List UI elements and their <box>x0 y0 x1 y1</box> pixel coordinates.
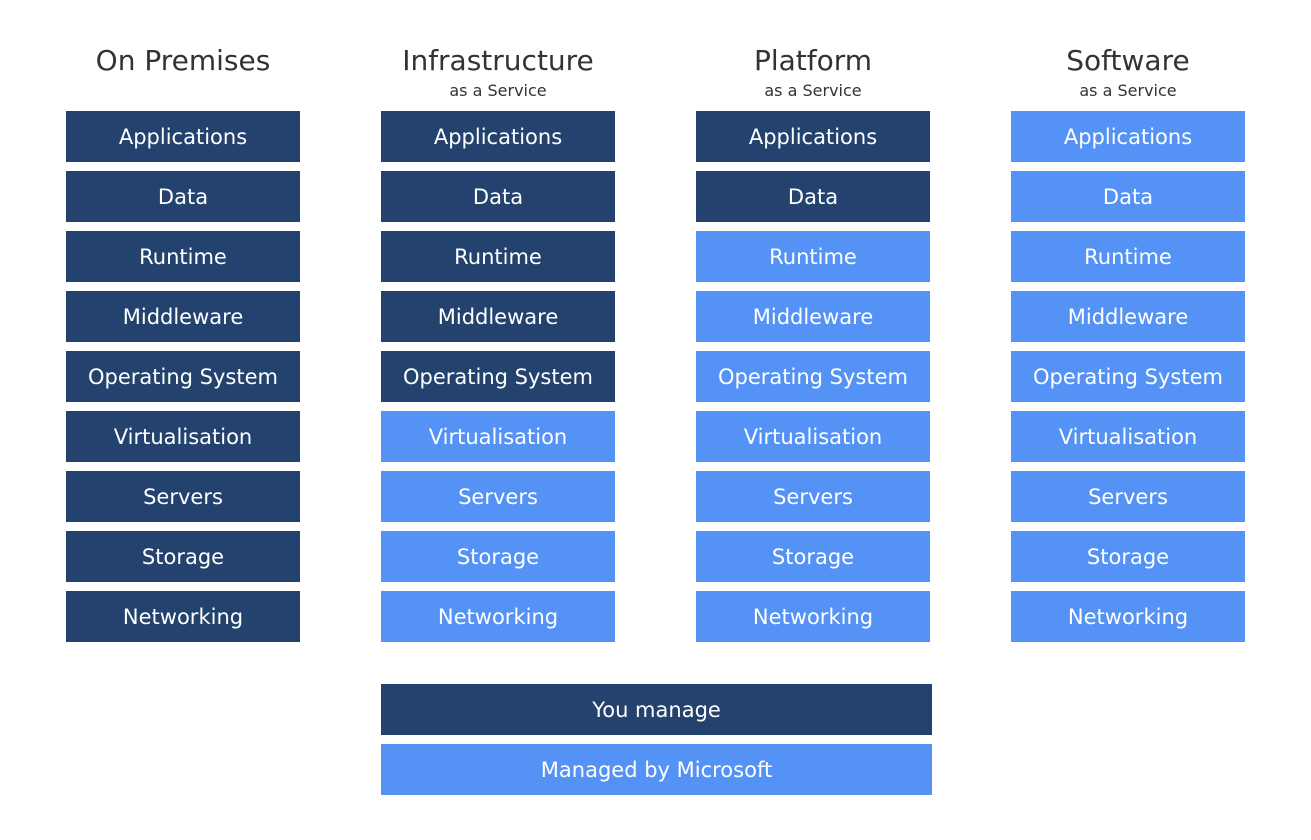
layer-storage: Storage <box>1011 531 1245 582</box>
layer-middleware: Middleware <box>696 291 930 342</box>
layer-applications: Applications <box>381 111 615 162</box>
column-title: Infrastructure <box>402 44 594 77</box>
layer-runtime: Runtime <box>1011 231 1245 282</box>
layer-storage: Storage <box>696 531 930 582</box>
legend-you-manage: You manage <box>381 684 932 735</box>
column-title: Platform <box>753 44 873 77</box>
layer-applications: Applications <box>696 111 930 162</box>
layer-operating-system: Operating System <box>381 351 615 402</box>
column-subtitle: as a Service <box>764 81 862 100</box>
column-subtitle: as a Service <box>449 81 547 100</box>
layer-virtualisation: Virtualisation <box>66 411 300 462</box>
layer-data: Data <box>66 171 300 222</box>
legend-managed-by-microsoft: Managed by Microsoft <box>381 744 932 795</box>
layer-data: Data <box>696 171 930 222</box>
layer-virtualisation: Virtualisation <box>696 411 930 462</box>
layer-storage: Storage <box>381 531 615 582</box>
layer-servers: Servers <box>381 471 615 522</box>
layer-runtime: Runtime <box>66 231 300 282</box>
layer-servers: Servers <box>66 471 300 522</box>
layer-data: Data <box>381 171 615 222</box>
layer-data: Data <box>1011 171 1245 222</box>
column-subtitle: as a Service <box>1079 81 1177 100</box>
layer-operating-system: Operating System <box>696 351 930 402</box>
layer-virtualisation: Virtualisation <box>381 411 615 462</box>
layer-networking: Networking <box>66 591 300 642</box>
layer-networking: Networking <box>696 591 930 642</box>
layer-runtime: Runtime <box>381 231 615 282</box>
layer-runtime: Runtime <box>696 231 930 282</box>
layer-operating-system: Operating System <box>66 351 300 402</box>
layer-middleware: Middleware <box>66 291 300 342</box>
layer-applications: Applications <box>66 111 300 162</box>
column-title: Software <box>1066 44 1190 77</box>
layer-applications: Applications <box>1011 111 1245 162</box>
column-title: On Premises <box>95 44 271 77</box>
layer-servers: Servers <box>696 471 930 522</box>
layer-storage: Storage <box>66 531 300 582</box>
layer-operating-system: Operating System <box>1011 351 1245 402</box>
layer-virtualisation: Virtualisation <box>1011 411 1245 462</box>
layer-networking: Networking <box>1011 591 1245 642</box>
layer-middleware: Middleware <box>1011 291 1245 342</box>
layer-networking: Networking <box>381 591 615 642</box>
layer-middleware: Middleware <box>381 291 615 342</box>
layer-servers: Servers <box>1011 471 1245 522</box>
